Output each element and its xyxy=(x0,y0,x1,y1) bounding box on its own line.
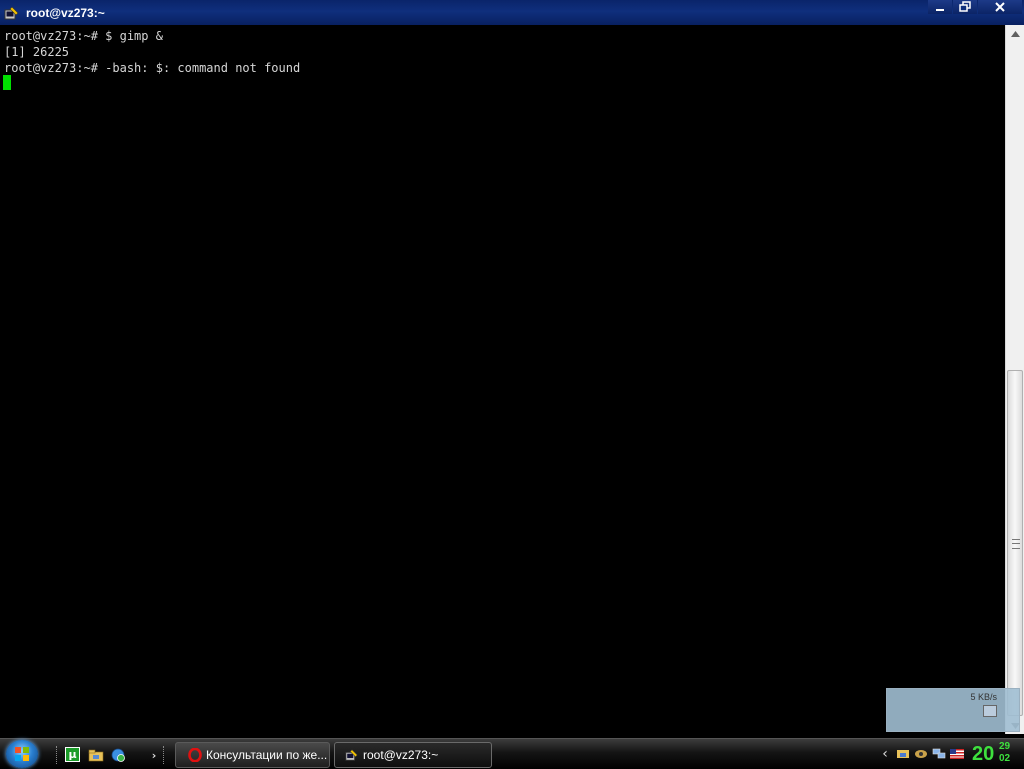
start-button[interactable] xyxy=(6,740,38,768)
opera-icon xyxy=(188,748,202,762)
taskbar-button-opera[interactable]: Консультации по же... xyxy=(175,742,330,768)
terminal-line: root@vz273:~# -bash: $: command not foun… xyxy=(4,61,301,75)
clock-minutes: 29 xyxy=(999,741,1011,752)
taskbar-button-putty[interactable]: root@vz273:~ xyxy=(334,742,492,768)
close-button[interactable] xyxy=(978,0,1022,14)
quick-launch-overflow-button[interactable]: › xyxy=(146,747,162,763)
arrow-up-icon xyxy=(1011,30,1020,37)
grip-icon xyxy=(1012,539,1020,549)
putty-icon xyxy=(345,749,358,761)
putty-icon xyxy=(4,6,19,19)
minimize-icon xyxy=(936,9,944,11)
clock-seconds: 02 xyxy=(999,753,1011,764)
show-hidden-icons-button[interactable]: ‹ xyxy=(878,746,892,762)
window-title-bar[interactable]: root@vz273:~ xyxy=(0,0,1024,25)
utorrent-icon[interactable]: µ xyxy=(65,747,80,762)
terminal-line: [1] 26225 xyxy=(4,45,70,59)
restore-icon xyxy=(959,1,971,12)
toolbar-separator[interactable] xyxy=(56,746,59,764)
restore-button[interactable] xyxy=(953,0,977,14)
clock-hours: 20 xyxy=(972,743,995,765)
language-flag-icon[interactable] xyxy=(950,748,964,760)
taskbar-button-label: Консультации по же... xyxy=(206,748,328,762)
terminal-cursor xyxy=(3,75,11,90)
terminal-output[interactable]: root@vz273:~# $ gimp & [1] 26225 root@vz… xyxy=(0,25,1005,734)
taskbar: µ › Консультации по же... root@vz273:~ ‹ xyxy=(0,738,1024,769)
toolbar-separator[interactable] xyxy=(163,746,166,764)
window-title: root@vz273:~ xyxy=(26,5,105,20)
browser-icon[interactable] xyxy=(110,747,126,763)
taskbar-button-label: root@vz273:~ xyxy=(363,748,439,762)
window-controls xyxy=(927,0,1022,14)
close-icon xyxy=(995,2,1005,12)
vertical-scrollbar[interactable] xyxy=(1005,25,1024,734)
network-rate: 5 KB/s xyxy=(970,692,997,702)
taskbar-clock[interactable]: 20 29 02 xyxy=(972,741,1010,767)
network-meter-widget[interactable]: 5 KB/s xyxy=(886,688,1020,732)
network-connections-icon[interactable] xyxy=(932,748,946,760)
scroll-up-button[interactable] xyxy=(1006,25,1024,42)
network-share-icon[interactable] xyxy=(896,748,910,760)
scrollbar-thumb[interactable] xyxy=(1007,370,1023,716)
sync-icon[interactable] xyxy=(914,748,928,760)
monitor-icon xyxy=(983,705,997,717)
terminal-line: root@vz273:~# $ gimp & xyxy=(4,29,163,43)
windows-logo-icon xyxy=(15,747,29,761)
network-folder-icon[interactable] xyxy=(88,747,104,763)
minimize-button[interactable] xyxy=(928,0,952,14)
